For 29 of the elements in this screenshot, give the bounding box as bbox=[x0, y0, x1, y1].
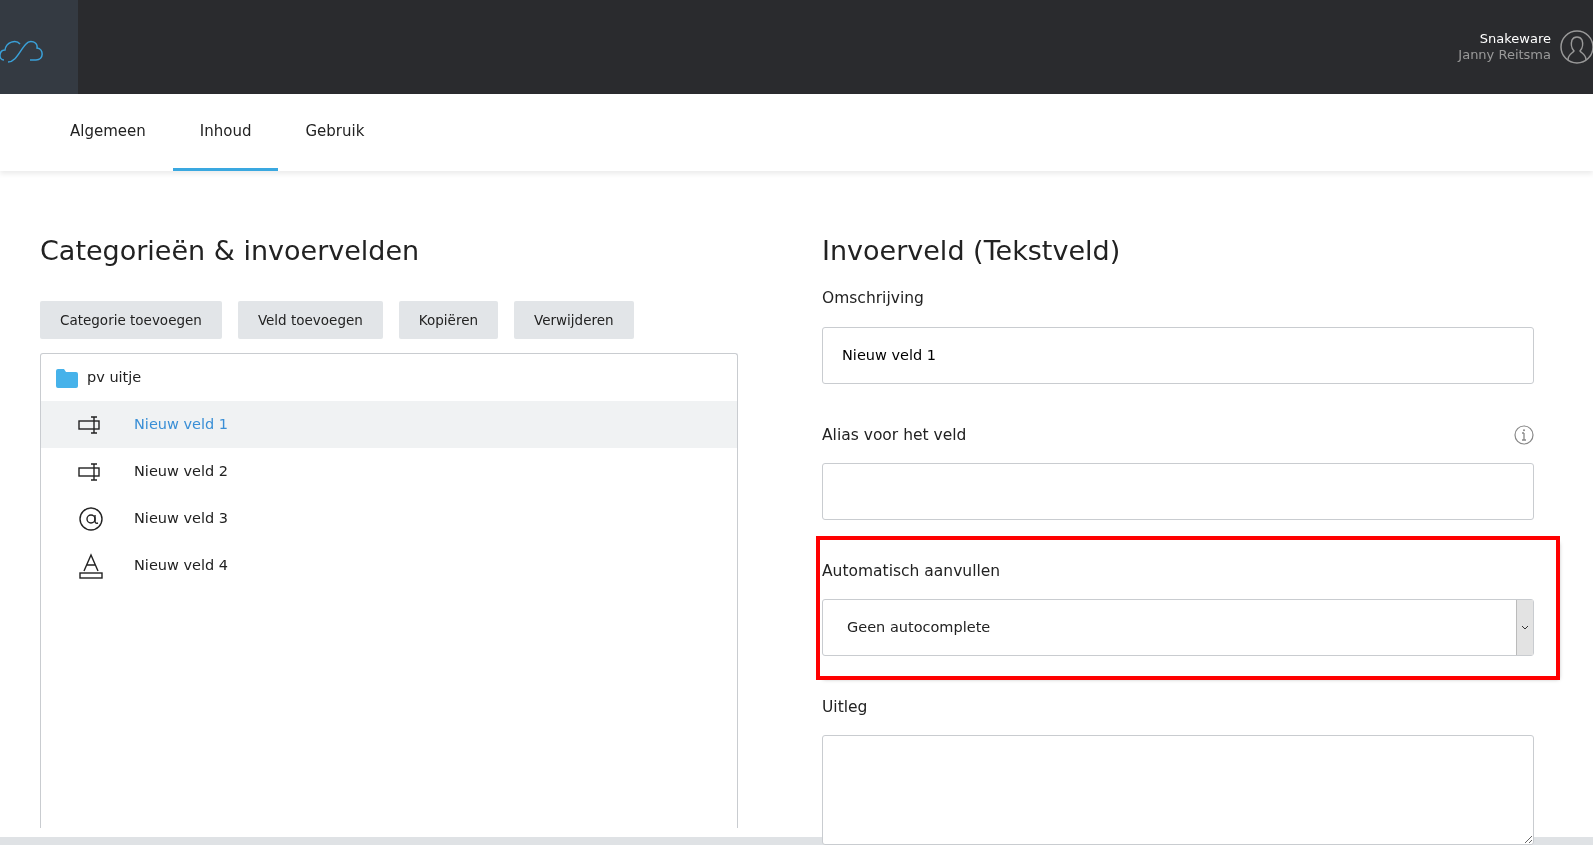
input-field[interactable] bbox=[822, 462, 1534, 520]
at-sign-icon bbox=[78, 505, 104, 532]
organization-name: Snakeware bbox=[1478, 30, 1551, 47]
toolbar-button[interactable]: Kopiëren bbox=[398, 301, 498, 340]
tree-item[interactable]: pv uitje bbox=[41, 354, 737, 402]
text-style-icon bbox=[78, 552, 104, 579]
textarea-field[interactable] bbox=[822, 735, 1534, 845]
chevron-down-icon bbox=[1516, 600, 1533, 656]
toolbar-button[interactable]: Categorie toevoegen bbox=[40, 301, 222, 340]
toolbar-button[interactable]: Veld toevoegen bbox=[237, 301, 383, 340]
section-title: Categorieën & invoervelden bbox=[40, 235, 421, 268]
field-label: Alias voor het veld bbox=[822, 424, 967, 446]
field-label: Automatisch aanvullen bbox=[822, 560, 1001, 582]
toolbar-button[interactable]: Verwijderen bbox=[514, 301, 634, 340]
autocomplete-select[interactable]: Geen autocomplete bbox=[822, 599, 1534, 657]
tree-item[interactable]: Nieuw veld 3 bbox=[41, 495, 737, 543]
tree-item[interactable]: Nieuw veld 4 bbox=[41, 542, 737, 590]
user-name: Janny Reitsma bbox=[1458, 47, 1551, 64]
tab[interactable]: Algemeen bbox=[43, 94, 173, 171]
tab[interactable]: Inhoud bbox=[172, 94, 279, 171]
tab[interactable]: Gebruik bbox=[278, 94, 392, 171]
folder-icon bbox=[55, 367, 79, 388]
user-avatar-icon[interactable] bbox=[1559, 29, 1593, 65]
field-label: Uitleg bbox=[822, 697, 868, 719]
input-field[interactable]: Nieuw veld 1 bbox=[822, 326, 1534, 384]
tree-item[interactable]: Nieuw veld 2 bbox=[41, 448, 737, 496]
field-label: Omschrijving bbox=[822, 288, 924, 310]
section-title: Invoerveld (Tekstveld) bbox=[822, 235, 1122, 268]
info-icon[interactable] bbox=[1514, 425, 1534, 446]
